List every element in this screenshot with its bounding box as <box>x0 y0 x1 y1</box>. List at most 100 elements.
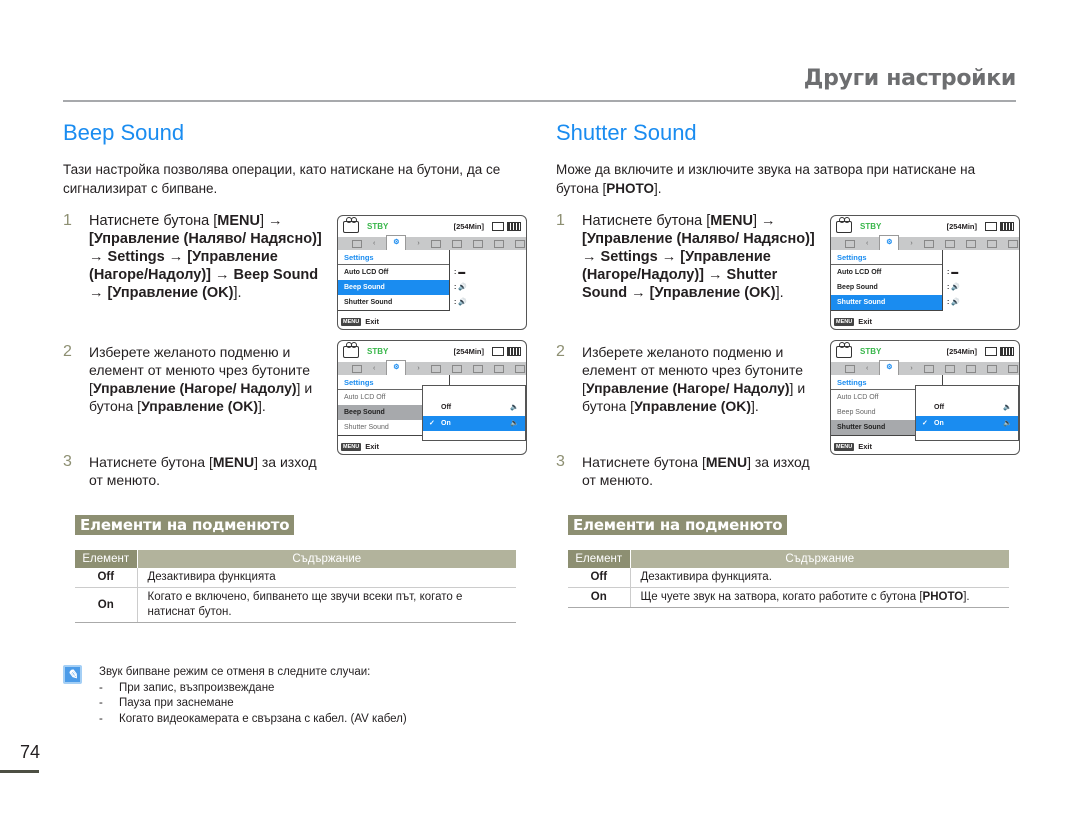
step-3: 3 Натиснете бутона [MENU] за изход от мен… <box>63 453 333 489</box>
lcd-footer: MENU Exit <box>831 314 1019 329</box>
menu-tab-icon <box>493 239 504 248</box>
menu-key-icon: MENU <box>834 317 855 326</box>
table-row: On Ще чуете звук на затвора, когато рабо… <box>568 587 1009 608</box>
step-number: 3 <box>63 453 72 470</box>
beep-sound-section: Beep Sound Тази настройка позволява опер… <box>63 120 528 623</box>
menu-tab-icon <box>965 364 976 373</box>
item-name: On <box>75 587 138 623</box>
item-desc: Дезактивира функцията <box>137 568 516 588</box>
menu-header: Settings <box>338 250 449 265</box>
menu-key-icon: MENU <box>341 442 362 451</box>
battery-icon <box>1000 347 1014 356</box>
menu-item[interactable]: Auto LCD Off <box>338 265 449 280</box>
remaining-time: [254Min] <box>453 222 484 231</box>
chapter-rule <box>63 100 1016 102</box>
item-name: Off <box>568 568 631 588</box>
menu-key-icon: MENU <box>834 442 855 451</box>
chevron-left-icon: ‹ <box>866 365 869 372</box>
exit-label: Exit <box>365 442 379 451</box>
lcd-menu-tabs: ‹ ⚙ › <box>338 360 526 375</box>
speaker-icon: : 🔊 <box>454 284 467 291</box>
menu-tab-icon <box>923 364 934 373</box>
section-title: Beep Sound <box>63 120 185 145</box>
speaker-icon: : 🔊 <box>947 284 960 291</box>
menu-tab-icon <box>451 239 462 248</box>
menu-item[interactable]: Auto LCD Off <box>831 265 942 280</box>
memory-card-icon <box>492 347 504 356</box>
status-text: STBY <box>367 347 389 356</box>
speaker-icon: : 🔊 <box>947 299 960 306</box>
menu-tab-icon <box>472 364 483 373</box>
step-2: 2 Изберете желаното подменю и елемент от … <box>63 343 333 415</box>
step-3: 3 Натиснете бутона [MENU] за изход от мен… <box>556 453 826 489</box>
exit-label: Exit <box>858 442 872 451</box>
menu-tab-icon <box>472 239 483 248</box>
item-desc: Ще чуете звук на затвора, когато работит… <box>630 587 1009 608</box>
remaining-time: [254Min] <box>453 347 484 356</box>
chevron-right-icon: › <box>417 365 420 372</box>
chevron-right-icon: › <box>417 240 420 247</box>
menu-tab-icon <box>514 239 525 248</box>
step-number: 1 <box>556 212 565 229</box>
status-text: STBY <box>367 222 389 231</box>
settings-gear-icon: ⚙ <box>879 235 900 250</box>
option-popup: Off 🔈 ✓ On 🔈 <box>915 385 1019 441</box>
status-text: STBY <box>860 222 882 231</box>
menu-tab-icon <box>845 239 855 248</box>
step-2: 2 Изберете желаното подменю и елемент от … <box>556 343 826 415</box>
table-header-content: Съдържание <box>137 550 516 568</box>
item-name: On <box>568 587 631 608</box>
step-text: Изберете желаното подменю и елемент от м… <box>582 344 806 414</box>
intro-text: Може да включите и изключите звука на за… <box>556 162 976 196</box>
section-title: Shutter Sound <box>556 120 697 145</box>
menu-item[interactable]: Beep Sound <box>338 280 449 295</box>
table-row: Off Дезактивира функцията. <box>568 568 1009 588</box>
page-number-rule <box>0 770 39 773</box>
lcd-off-icon: : ▬ <box>947 269 959 276</box>
menu-item[interactable]: Shutter Sound <box>338 295 449 310</box>
settings-gear-icon: ⚙ <box>386 360 407 375</box>
lcd-off-icon: : ▬ <box>454 269 466 276</box>
menu-tab-icon <box>986 239 997 248</box>
step-text: Натиснете бутона [MENU] → [Управление (Н… <box>89 213 322 301</box>
menu-tab-icon <box>451 364 462 373</box>
status-text: STBY <box>860 347 882 356</box>
table-header-content: Съдържание <box>630 550 1009 568</box>
lcd-status-bar: STBY [254Min] <box>831 341 1019 362</box>
menu-tab-icon <box>493 364 504 373</box>
option-item[interactable]: ✓ On 🔈 <box>423 416 525 431</box>
lcd-menu-tabs: ‹ ⚙ › <box>338 235 526 250</box>
option-item[interactable]: ✓ On 🔈 <box>916 416 1018 431</box>
step-text: Натиснете бутона [MENU] за изход от меню… <box>89 454 317 488</box>
option-item[interactable]: Off 🔈 <box>916 400 1018 415</box>
menu-tab-icon <box>944 364 955 373</box>
menu-item[interactable]: Shutter Sound <box>831 295 942 310</box>
lcd-footer: MENU Exit <box>831 439 1019 454</box>
lcd-footer: MENU Exit <box>338 439 526 454</box>
menu-tab-icon <box>965 239 976 248</box>
chapter-title: Други настройки <box>803 66 1017 91</box>
menu-tab-icon <box>845 364 855 373</box>
step-number: 2 <box>63 343 72 360</box>
table-header-item: Елемент <box>568 550 631 568</box>
chevron-right-icon: › <box>910 365 913 372</box>
submenu-table: Елемент Съдържание Off Дезактивира функц… <box>568 550 1009 608</box>
menu-tab-icon <box>430 364 441 373</box>
check-icon: ✓ <box>429 420 435 427</box>
step-1: 1 Натиснете бутона [MENU] → [Управление (… <box>556 212 826 302</box>
option-item[interactable]: Off 🔈 <box>423 400 525 415</box>
lcd-screen-options: STBY [254Min] ‹ ⚙ › Settings Auto LCD Off Beep … <box>337 340 527 455</box>
lcd-footer: MENU Exit <box>338 314 526 329</box>
camera-mode-icon <box>836 341 852 358</box>
settings-gear-icon: ⚙ <box>879 360 900 375</box>
step-text: Натиснете бутона [MENU] → [Управление (Н… <box>582 213 815 301</box>
lcd-menu-tabs: ‹ ⚙ › <box>831 360 1019 375</box>
step-text: Изберете желаното подменю и елемент от м… <box>89 344 313 414</box>
lcd-status-bar: STBY [254Min] <box>338 341 526 362</box>
memory-card-icon <box>985 222 997 231</box>
chevron-right-icon: › <box>910 240 913 247</box>
submenu-table: Елемент Съдържание Off Дезактивира функц… <box>75 550 516 623</box>
step-1: 1 Натиснете бутона [MENU] → [Управление (… <box>63 212 333 302</box>
item-name: Off <box>75 568 138 588</box>
menu-item[interactable]: Beep Sound <box>831 280 942 295</box>
